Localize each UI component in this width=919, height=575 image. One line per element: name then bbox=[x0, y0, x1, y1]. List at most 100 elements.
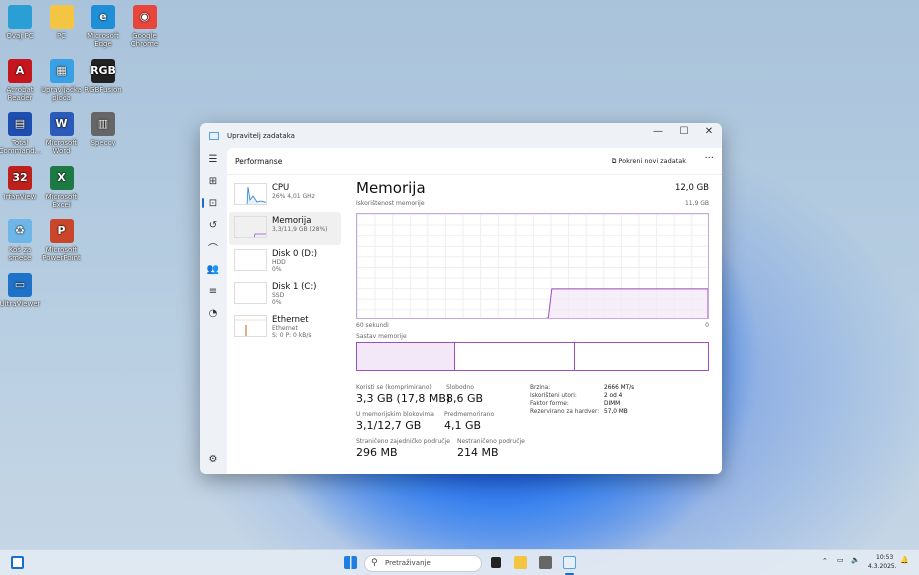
desktop-icon-edge[interactable]: e Microsoft Edge bbox=[81, 5, 125, 48]
resource-item-disk0[interactable]: Disk 0 (D:) HDD 0% bbox=[229, 245, 341, 278]
minimize-button[interactable]: — bbox=[646, 126, 670, 137]
widgets-icon[interactable] bbox=[11, 556, 24, 569]
resource-item-cpu[interactable]: CPU 26% 4,01 GHz bbox=[229, 179, 341, 212]
task-view-icon[interactable] bbox=[491, 557, 501, 568]
stat-value: 8,6 GB bbox=[446, 392, 484, 405]
desktop-icon-label: Upravljačka ploča bbox=[40, 85, 83, 102]
acrobat-icon: A bbox=[8, 58, 32, 83]
composition-free bbox=[575, 343, 708, 370]
desktop-icon-label: IrfanView bbox=[3, 192, 37, 201]
stat-value: 3,1/12,7 GB bbox=[356, 419, 422, 432]
ultraviewer-icon: ▭ bbox=[8, 272, 32, 297]
start-button[interactable] bbox=[344, 556, 357, 569]
nav-startup-icon[interactable]: ⌒ bbox=[200, 236, 226, 258]
clock-date[interactable]: 4.3.2025. bbox=[868, 563, 897, 570]
monitor-icon bbox=[8, 5, 32, 29]
desktop-icon-chrome[interactable]: ◉ Google Chrome bbox=[123, 5, 167, 48]
nav-users-icon[interactable]: 👥 bbox=[200, 258, 226, 280]
cpu-thumbnail-graph bbox=[234, 183, 267, 205]
desktop-icon-word[interactable]: W Microsoft Word bbox=[40, 112, 84, 155]
task-manager-taskbar-icon[interactable] bbox=[563, 556, 576, 569]
ethernet-thumbnail-graph bbox=[234, 315, 267, 337]
edge-icon: e bbox=[91, 5, 115, 29]
resource-name: CPU bbox=[272, 183, 290, 193]
memory-title: Memorija bbox=[356, 179, 426, 197]
folder-icon bbox=[49, 5, 74, 29]
title-bar[interactable]: Upravitelj zadataka bbox=[200, 123, 722, 148]
volume-icon[interactable]: 🔈 bbox=[851, 556, 860, 564]
resource-name: Disk 1 (C:) bbox=[272, 282, 317, 292]
clock-time[interactable]: 10:53 bbox=[876, 554, 893, 561]
run-new-task-button[interactable]: ⧉ Pokreni novi zadatak bbox=[612, 157, 686, 166]
time-axis-end: 0 bbox=[705, 322, 709, 329]
desktop-icon-acrobat[interactable]: A Acrobat Reader bbox=[0, 58, 42, 102]
desktop-icon-excel[interactable]: X Microsoft Excel bbox=[40, 165, 84, 209]
stat-value: 4,1 GB bbox=[444, 419, 482, 432]
powerpoint-icon: P bbox=[49, 219, 74, 243]
nav-rail: ☰ ⊞ ⊡ ↺ ⌒ 👥 ≡ ◔ ⚙ bbox=[200, 148, 226, 474]
spec-value: DIMM bbox=[604, 401, 621, 407]
close-button[interactable]: ✕ bbox=[697, 126, 721, 137]
notifications-bell-icon[interactable]: 🔔 bbox=[900, 556, 909, 564]
taskbar: ⚲ Pretraživanje ⌃ ▭ 🔈 10:53 4.3.2025. 🔔 bbox=[0, 549, 919, 575]
network-icon[interactable]: ▭ bbox=[837, 556, 844, 564]
resource-usage: S: 0 P: 0 kB/s bbox=[272, 332, 312, 339]
desktop-icon-label: Google Chrome bbox=[130, 32, 159, 48]
spec-label: Iskorišteni utori: bbox=[530, 393, 577, 399]
resource-name: Ethernet bbox=[272, 315, 309, 325]
nav-performance-icon[interactable]: ⊡ bbox=[200, 192, 226, 214]
show-hidden-icons-chevron-icon[interactable]: ⌃ bbox=[822, 557, 828, 565]
recycle-bin-icon: ♻ bbox=[8, 219, 32, 243]
stat-value: 296 MB bbox=[356, 446, 398, 459]
speccy-taskbar-icon[interactable] bbox=[539, 556, 552, 569]
resource-usage: 0% bbox=[272, 299, 282, 306]
memory-usage-line bbox=[546, 288, 708, 318]
desktop-icon-label: Microsoft Word bbox=[45, 139, 78, 155]
settings-gear-icon[interactable]: ⚙ bbox=[200, 448, 226, 470]
task-manager-window: Upravitelj zadataka — ☐ ✕ ☰ ⊞ ⊡ ↺ ⌒ 👥 ≡ … bbox=[200, 123, 722, 474]
desktop-icon-speccy[interactable]: ▥ Speccy bbox=[81, 112, 125, 147]
desktop-icon-monitor[interactable]: Ovaj PC bbox=[0, 5, 42, 40]
resource-item-ethernet[interactable]: Ethernet Ethernet S: 0 P: 0 kB/s bbox=[229, 311, 341, 344]
disk1-thumbnail-graph bbox=[234, 282, 267, 304]
desktop-icon-control-panel[interactable]: ▦ Upravljačka ploča bbox=[40, 58, 84, 102]
nav-services-icon[interactable]: ◔ bbox=[200, 302, 226, 324]
desktop-icon-label: Total Command... bbox=[0, 139, 42, 155]
desktop-icon-label: Koš za smeće bbox=[8, 246, 32, 262]
resource-item-memory[interactable]: Memorija 3,3/11,9 GB (28%) bbox=[229, 212, 341, 245]
desktop-icon-rgb[interactable]: RGB RGBFusion bbox=[81, 58, 125, 94]
search-box[interactable]: ⚲ Pretraživanje bbox=[364, 555, 482, 572]
resource-detail: 3,3/11,9 GB (28%) bbox=[272, 226, 328, 233]
nav-details-icon[interactable]: ≡ bbox=[200, 280, 226, 302]
hamburger-menu-icon[interactable]: ☰ bbox=[200, 148, 226, 170]
word-icon: W bbox=[49, 112, 74, 136]
desktop-icon-label: Ovaj PC bbox=[6, 32, 34, 40]
content-panel: Performanse ⧉ Pokreni novi zadatak ··· C… bbox=[227, 148, 722, 474]
nav-processes-icon[interactable]: ⊞ bbox=[200, 170, 226, 192]
desktop-icon-recycle-bin[interactable]: ♻ Koš za smeće bbox=[0, 219, 42, 262]
memory-usage-graph bbox=[356, 213, 709, 319]
spec-value: 2 od 4 bbox=[604, 393, 623, 399]
desktop-icon-folder[interactable]: PC bbox=[40, 5, 84, 40]
resource-list: CPU 26% 4,01 GHz Memorija 3,3/11,9 GB (28%… bbox=[229, 179, 341, 344]
resource-item-disk1[interactable]: Disk 1 (C:) SSD 0% bbox=[229, 278, 341, 311]
desktop-icon-ultraviewer[interactable]: ▭ UltraViewer bbox=[0, 272, 42, 308]
task-manager-icon bbox=[209, 131, 219, 140]
nav-app-history-icon[interactable]: ↺ bbox=[200, 214, 226, 236]
desktop-icon-powerpoint[interactable]: P Microsoft PowerPoint bbox=[40, 219, 84, 262]
resource-detail: SSD bbox=[272, 292, 285, 299]
resource-detail: 26% 4,01 GHz bbox=[272, 193, 315, 200]
desktop-icon-label: Microsoft Edge bbox=[87, 32, 119, 48]
stat-value: 3,3 GB (17,8 MB) bbox=[356, 392, 451, 405]
spec-label: Rezervirano za hardver: bbox=[530, 409, 600, 415]
more-options-button[interactable]: ··· bbox=[704, 153, 714, 164]
resource-usage: 0% bbox=[272, 266, 282, 273]
spec-label: Brzina: bbox=[530, 385, 551, 391]
desktop-icon-floppy[interactable]: ▤ Total Command... bbox=[0, 112, 42, 155]
spec-label: Faktor forme: bbox=[530, 401, 569, 407]
file-explorer-icon[interactable] bbox=[514, 556, 527, 569]
stat-label: Predmemorirano bbox=[444, 411, 495, 418]
maximize-button[interactable]: ☐ bbox=[672, 126, 696, 137]
desktop-icon-irfanview[interactable]: 32 IrfanView bbox=[0, 165, 42, 201]
run-new-task-label: Pokreni novi zadatak bbox=[618, 157, 686, 165]
